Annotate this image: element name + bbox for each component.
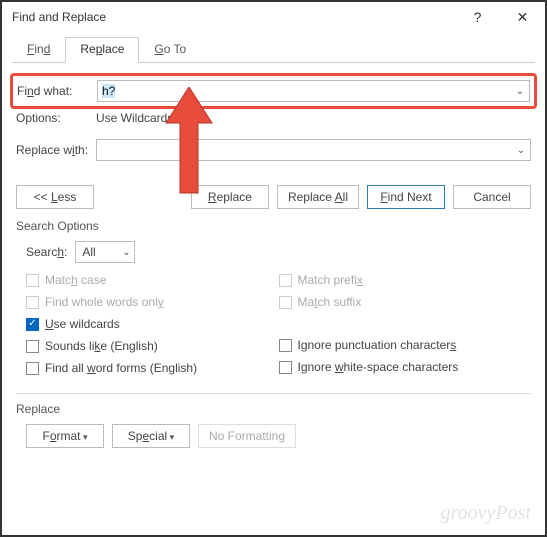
ignore-space-checkbox[interactable]: Ignore white-space characters xyxy=(279,360,532,374)
watermark: groovyPost xyxy=(441,502,531,525)
format-button[interactable]: Format xyxy=(26,424,104,448)
match-prefix-checkbox: Match prefix xyxy=(279,273,532,287)
word-forms-label: Find all word forms (English) xyxy=(45,361,197,375)
checkbox-icon xyxy=(26,296,39,309)
match-suffix-label: Match suffix xyxy=(298,295,362,309)
find-options-value: Use Wildcards xyxy=(96,111,173,125)
sounds-like-label: Sounds like (English) xyxy=(45,339,158,353)
search-direction-combo[interactable]: All ⌄ xyxy=(75,241,135,263)
window-title: Find and Replace xyxy=(12,10,455,24)
no-formatting-button: No Formatting xyxy=(198,424,296,448)
tab-replace[interactable]: Replace xyxy=(65,37,139,63)
special-button[interactable]: Special xyxy=(112,424,190,448)
titlebar: Find and Replace ? ✕ xyxy=(2,2,545,32)
search-direction-label: Search: xyxy=(26,245,67,259)
ignore-punct-label: Ignore punctuation characters xyxy=(298,338,457,352)
checkbox-icon xyxy=(279,361,292,374)
tab-find[interactable]: Find xyxy=(12,37,65,63)
checkbox-checked-icon xyxy=(26,318,39,331)
sounds-like-checkbox[interactable]: Sounds like (English) xyxy=(26,339,279,353)
search-direction-value: All xyxy=(76,245,118,259)
checkbox-icon xyxy=(279,296,292,309)
find-what-value: h? xyxy=(98,84,511,98)
checkbox-icon xyxy=(26,274,39,287)
checkbox-icon xyxy=(279,274,292,287)
match-suffix-checkbox: Match suffix xyxy=(279,295,532,309)
checkbox-icon xyxy=(26,340,39,353)
replace-button[interactable]: Replace xyxy=(191,185,269,209)
search-options-title: Search Options xyxy=(16,219,531,233)
chevron-down-icon[interactable]: ⌄ xyxy=(512,145,530,156)
help-button[interactable]: ? xyxy=(455,2,500,32)
checkbox-icon xyxy=(279,339,292,352)
whole-words-checkbox: Find whole words only xyxy=(26,295,279,309)
tab-goto[interactable]: Go To xyxy=(139,37,201,63)
match-case-checkbox: Match case xyxy=(26,273,279,287)
use-wildcards-checkbox[interactable]: Use wildcards xyxy=(26,317,279,331)
ignore-punct-checkbox[interactable]: Ignore punctuation characters xyxy=(279,338,532,352)
whole-words-label: Find whole words only xyxy=(45,295,164,309)
find-options-line: Options: Use Wildcards xyxy=(16,111,531,125)
find-what-label: Find what: xyxy=(17,84,97,98)
match-case-label: Match case xyxy=(45,273,106,287)
divider xyxy=(16,393,531,394)
find-next-button[interactable]: Find Next xyxy=(367,185,445,209)
close-button[interactable]: ✕ xyxy=(500,2,545,32)
find-what-highlight: Find what: h? ⌄ xyxy=(10,73,537,109)
checkbox-icon xyxy=(26,362,39,375)
chevron-down-icon[interactable]: ⌄ xyxy=(118,247,134,258)
less-button[interactable]: << Less xyxy=(16,185,94,209)
use-wildcards-label: Use wildcards xyxy=(45,317,120,331)
ignore-space-label: Ignore white-space characters xyxy=(298,360,459,374)
chevron-down-icon[interactable]: ⌄ xyxy=(511,86,529,97)
cancel-button[interactable]: Cancel xyxy=(453,185,531,209)
replace-section-title: Replace xyxy=(16,402,531,416)
word-forms-checkbox[interactable]: Find all word forms (English) xyxy=(26,361,279,375)
replace-with-label: Replace with: xyxy=(16,143,96,157)
replace-all-button[interactable]: Replace All xyxy=(277,185,359,209)
replace-with-input[interactable]: ⌄ xyxy=(96,139,531,161)
find-what-input[interactable]: h? ⌄ xyxy=(97,80,530,102)
find-options-label: Options: xyxy=(16,111,96,125)
tab-strip: Find Replace Go To xyxy=(12,36,535,63)
match-prefix-label: Match prefix xyxy=(298,273,363,287)
